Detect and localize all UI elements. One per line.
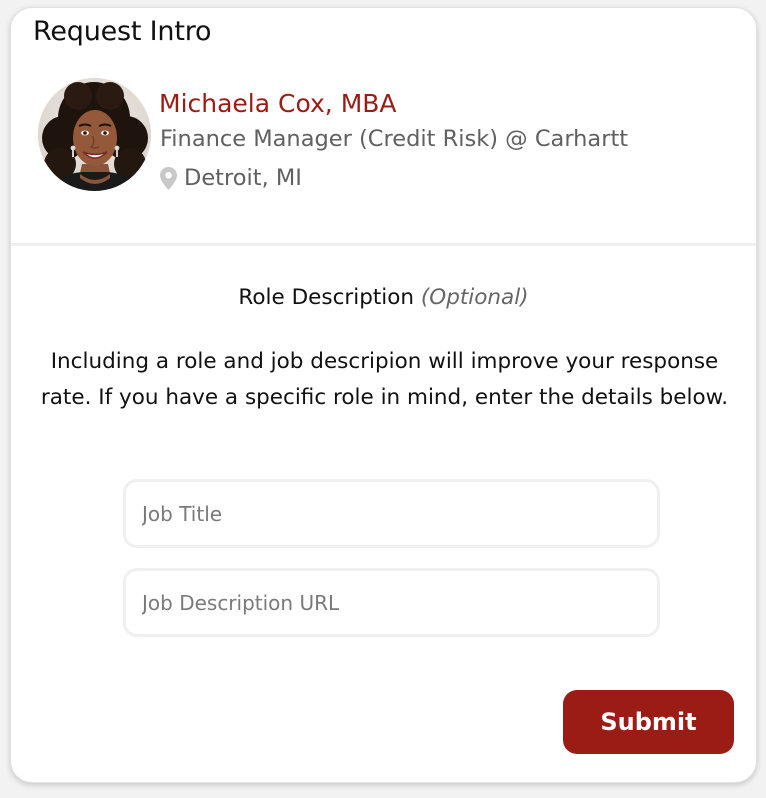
heading-label: Role Description <box>238 285 415 310</box>
location-text: Detroit, MI <box>184 165 302 191</box>
profile-location: Detroit, MI <box>160 163 302 193</box>
divider <box>11 243 756 246</box>
map-pin-icon <box>160 166 177 190</box>
job-title-input[interactable] <box>123 479 660 548</box>
job-description-url-input[interactable] <box>123 568 660 637</box>
submit-button[interactable]: Submit <box>563 690 734 754</box>
role-description-text: Including a role and job descripion will… <box>40 349 729 410</box>
role-description-heading: Role Description (Optional) <box>11 285 756 310</box>
avatar-image <box>38 78 151 191</box>
request-intro-card: Request Intro Michaela Cox, MBA Finance … <box>10 7 757 783</box>
profile-role: Finance Manager (Credit Risk) @ Carhartt <box>160 126 629 152</box>
optional-label: (Optional) <box>420 285 529 310</box>
profile-name: Michaela Cox, MBA <box>159 89 397 118</box>
avatar <box>38 78 151 191</box>
page-title: Request Intro <box>33 16 212 47</box>
